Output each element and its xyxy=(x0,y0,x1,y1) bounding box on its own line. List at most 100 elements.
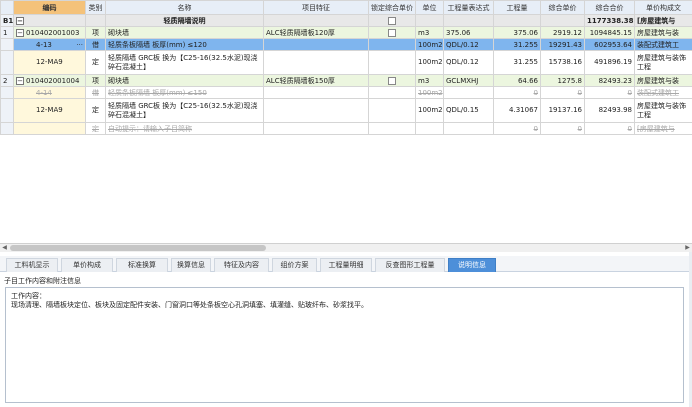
tab-description-info[interactable]: 说明信息 xyxy=(448,258,496,272)
qty-cell[interactable]: 4.31067 xyxy=(493,98,541,123)
feature-cell[interactable] xyxy=(263,14,369,27)
total-cell[interactable]: 82493.98 xyxy=(584,98,635,123)
total-cell[interactable]: 602953.64 xyxy=(584,38,635,51)
code-cell[interactable]: −010402001004 xyxy=(13,74,86,87)
type-cell[interactable]: 项 xyxy=(85,26,106,39)
total-cell[interactable]: 1177338.38 xyxy=(584,14,635,27)
price-template-cell[interactable]: [房屋建筑与 xyxy=(634,14,692,27)
qty-cell[interactable]: 31.255 xyxy=(493,50,541,75)
tab-conversion-info[interactable]: 换算信息 xyxy=(171,258,211,272)
unit-price-cell[interactable]: 19291.43 xyxy=(540,38,585,51)
col-header-name[interactable]: 名称 xyxy=(105,0,264,15)
tab-reverse-lookup[interactable]: 反查图形工程量 xyxy=(375,258,445,272)
horizontal-scrollbar[interactable]: ◀ ▶ xyxy=(0,243,692,252)
code-cell[interactable]: 4-14 xyxy=(13,86,86,99)
lock-price-cell[interactable] xyxy=(368,74,416,87)
tab-price-composition[interactable]: 单价构成 xyxy=(61,258,113,272)
name-cell[interactable]: 轻质条板隔墙 板厚(mm) ≤150 xyxy=(105,86,264,99)
type-cell[interactable]: 定 xyxy=(85,50,106,75)
total-cell[interactable]: 0 xyxy=(584,122,635,135)
scrollbar-thumb[interactable] xyxy=(10,245,266,251)
lock-price-cell[interactable] xyxy=(368,86,416,99)
price-template-cell[interactable]: [房屋建筑与 xyxy=(634,122,692,135)
unit-price-cell[interactable]: 1275.8 xyxy=(540,74,585,87)
feature-cell[interactable] xyxy=(263,38,369,51)
code-cell[interactable]: 4-13 ··· xyxy=(13,38,86,51)
collapse-toggle[interactable]: − xyxy=(16,76,24,85)
name-cell[interactable]: 轻质隔墙 GRC板 换为【C25-16(32.5水泥)现浇碎石混凝土】 xyxy=(105,98,264,123)
name-cell[interactable]: 轻质隔墙说明 xyxy=(105,14,264,27)
feature-cell[interactable] xyxy=(263,98,369,123)
table-row[interactable]: 12-MA9 定 轻质隔墙 GRC板 换为【C25-16(32.5水泥)现浇碎石… xyxy=(0,50,692,75)
tab-quantity-detail[interactable]: 工程量明细 xyxy=(320,258,372,272)
lock-price-checkbox[interactable] xyxy=(388,28,396,37)
feature-cell[interactable] xyxy=(263,86,369,99)
lock-price-cell[interactable] xyxy=(368,26,416,39)
feature-cell[interactable] xyxy=(263,122,369,135)
table-row[interactable]: 2 −010402001004 项 砌块墙 ALC轻质隔墙板150厚 m3 GC… xyxy=(0,74,692,87)
qty-cell[interactable]: 0 xyxy=(493,122,541,135)
qty-cell[interactable]: 64.66 xyxy=(493,74,541,87)
unit-cell[interactable]: 100m2 xyxy=(415,86,444,99)
qty-cell[interactable]: 31.255 xyxy=(493,38,541,51)
col-header-lock-price[interactable]: 锁定综合单价 xyxy=(368,0,416,15)
unit-cell[interactable]: m3 xyxy=(415,26,444,39)
table-row[interactable]: 1 −010402001003 项 砌块墙 ALC轻质隔墙板120厚 m3 37… xyxy=(0,26,692,39)
expr-cell[interactable]: QDL/0.12 xyxy=(443,50,494,75)
feature-cell[interactable] xyxy=(263,50,369,75)
name-cell[interactable]: 砌块墙 xyxy=(105,26,264,39)
collapse-toggle[interactable]: − xyxy=(16,28,24,37)
code-cell[interactable] xyxy=(13,122,86,135)
unit-cell[interactable] xyxy=(415,122,444,135)
expr-cell[interactable]: QDL/0.12 xyxy=(443,38,494,51)
lock-price-cell[interactable] xyxy=(368,98,416,123)
lock-price-cell[interactable] xyxy=(368,38,416,51)
tab-labor-material[interactable]: 工料机显示 xyxy=(6,258,58,272)
type-cell[interactable] xyxy=(85,14,106,27)
code-lookup-button[interactable]: ··· xyxy=(76,40,83,50)
unit-cell[interactable] xyxy=(415,14,444,27)
scroll-left-icon[interactable]: ◀ xyxy=(0,244,9,252)
col-header-type[interactable]: 类别 xyxy=(85,0,106,15)
feature-cell[interactable]: ALC轻质隔墙板120厚 xyxy=(263,26,369,39)
type-cell[interactable]: 项 xyxy=(85,74,106,87)
unit-price-cell[interactable]: 0 xyxy=(540,86,585,99)
table-row-new-entry[interactable]: 定 自动提示：请输入子目简称 0 0 0 [房屋建筑与 xyxy=(0,122,692,135)
code-cell[interactable]: − xyxy=(13,14,86,27)
qty-cell[interactable]: 0 xyxy=(493,86,541,99)
table-row-selected[interactable]: 4-13 ··· 借 轻质条板隔墙 板厚(mm) ≤120 100m2 QDL/0… xyxy=(0,38,692,51)
price-template-cell[interactable]: 房屋建筑与装 xyxy=(634,26,692,39)
col-header-unit-price[interactable]: 综合单价 xyxy=(540,0,585,15)
lock-price-checkbox[interactable] xyxy=(388,76,396,85)
total-cell[interactable]: 0 xyxy=(584,86,635,99)
collapse-toggle[interactable]: − xyxy=(16,16,24,25)
total-cell[interactable]: 1094845.15 xyxy=(584,26,635,39)
price-template-cell[interactable]: 装配式建筑工 xyxy=(634,86,692,99)
type-cell[interactable]: 定 xyxy=(85,122,106,135)
feature-cell[interactable]: ALC轻质隔墙板150厚 xyxy=(263,74,369,87)
expr-cell[interactable] xyxy=(443,14,494,27)
name-cell[interactable]: 自动提示：请输入子目简称 xyxy=(105,122,264,135)
col-header-feature[interactable]: 项目特征 xyxy=(263,0,369,15)
tab-pricing-scheme[interactable]: 组价方案 xyxy=(272,258,317,272)
price-template-cell[interactable]: 装配式建筑工 xyxy=(634,38,692,51)
expr-cell[interactable]: QDL/0.15 xyxy=(443,98,494,123)
unit-price-cell[interactable] xyxy=(540,14,585,27)
table-row[interactable]: B1 − 轻质隔墙说明 1177338.38 [房屋建筑与 xyxy=(0,14,692,27)
price-template-cell[interactable]: 房屋建筑与装饰工程 xyxy=(634,98,692,123)
tab-standard-conversion[interactable]: 标准换算 xyxy=(116,258,168,272)
qty-cell[interactable]: 375.06 xyxy=(493,26,541,39)
expr-cell[interactable] xyxy=(443,86,494,99)
price-template-cell[interactable]: 房屋建筑与装饰工程 xyxy=(634,50,692,75)
col-header-qty[interactable]: 工程量 xyxy=(493,0,541,15)
unit-cell[interactable]: m3 xyxy=(415,74,444,87)
type-cell[interactable]: 借 xyxy=(85,86,106,99)
expr-cell[interactable]: GCLMXHJ xyxy=(443,74,494,87)
total-cell[interactable]: 491896.19 xyxy=(584,50,635,75)
lock-price-checkbox[interactable] xyxy=(388,16,396,25)
name-cell[interactable]: 轻质隔墙 GRC板 换为【C25-16(32.5水泥)现浇碎石混凝土】 xyxy=(105,50,264,75)
table-row-disabled[interactable]: 4-14 借 轻质条板隔墙 板厚(mm) ≤150 100m2 0 0 0 装配… xyxy=(0,86,692,99)
lock-price-cell[interactable] xyxy=(368,50,416,75)
tab-features-content[interactable]: 特征及内容 xyxy=(214,258,269,272)
col-header-price-template[interactable]: 单价构成文 xyxy=(634,0,692,15)
